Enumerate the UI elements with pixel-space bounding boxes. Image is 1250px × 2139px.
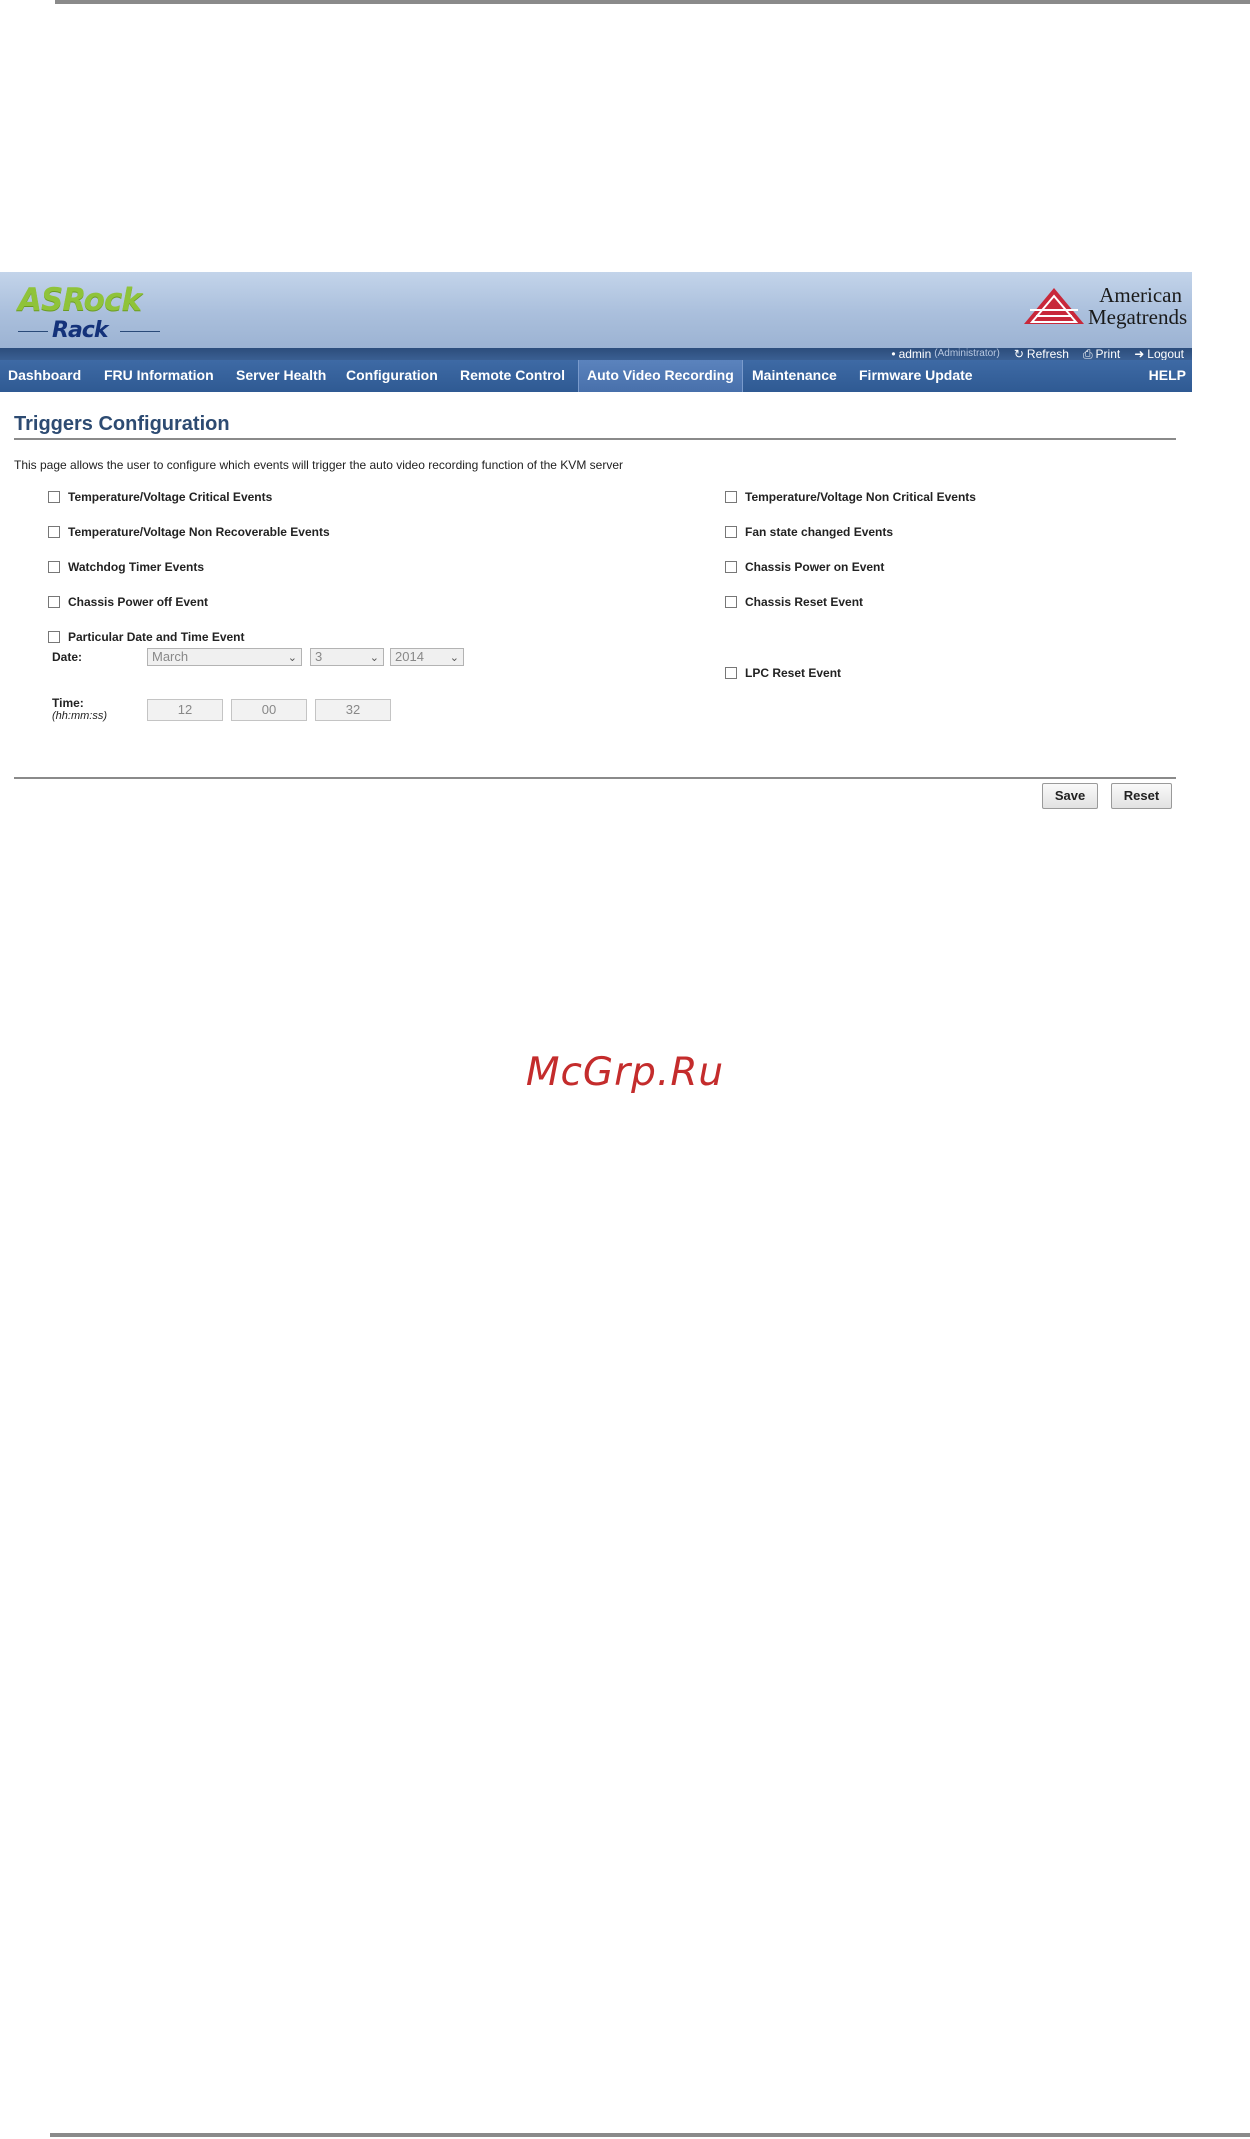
event-chassis-reset[interactable]: Chassis Reset Event bbox=[725, 593, 863, 611]
page-title: Triggers Configuration bbox=[14, 413, 230, 435]
event-temp-voltage-critical[interactable]: Temperature/Voltage Critical Events bbox=[48, 488, 272, 506]
ami-logo: American Megatrends bbox=[1022, 283, 1188, 334]
event-watchdog-timer[interactable]: Watchdog Timer Events bbox=[48, 558, 204, 576]
checkbox[interactable] bbox=[48, 561, 60, 573]
checkbox[interactable] bbox=[48, 526, 60, 538]
month-select[interactable]: March ⌄ bbox=[147, 648, 302, 666]
ami-text-line1: American bbox=[1099, 283, 1182, 307]
refresh-link[interactable]: ↻ Refresh bbox=[1014, 348, 1069, 360]
time-seconds-input[interactable]: 32 bbox=[315, 699, 391, 721]
checkbox[interactable] bbox=[725, 596, 737, 608]
refresh-icon: ↻ bbox=[1013, 347, 1024, 361]
user-status-strip: • admin (Administrator) ↻ Refresh ⎙ Prin… bbox=[0, 348, 1192, 360]
print-link[interactable]: ⎙ Print bbox=[1083, 348, 1120, 360]
title-divider bbox=[14, 438, 1176, 440]
time-minutes-input[interactable]: 00 bbox=[231, 699, 307, 721]
page-bottom-rule bbox=[50, 2133, 1250, 2137]
time-label: Time: bbox=[52, 696, 84, 710]
year-select[interactable]: 2014 ⌄ bbox=[390, 648, 464, 666]
logout-icon: ➜ bbox=[1134, 347, 1145, 361]
nav-auto-video-recording[interactable]: Auto Video Recording bbox=[578, 360, 743, 392]
chevron-down-icon: ⌄ bbox=[449, 652, 459, 664]
asrock-rack-logo: ASRock Rack bbox=[18, 282, 168, 344]
header-banner: ASRock Rack American Megatrends bbox=[0, 272, 1192, 348]
nav-remote-control[interactable]: Remote Control bbox=[452, 360, 573, 392]
checkbox[interactable] bbox=[48, 596, 60, 608]
nav-server-health[interactable]: Server Health bbox=[228, 360, 334, 392]
time-format-hint: (hh:mm:ss) bbox=[52, 710, 107, 722]
page-top-rule bbox=[55, 0, 1250, 4]
bullet-icon: • bbox=[891, 347, 896, 361]
logo-text-top: ASRock bbox=[18, 282, 142, 318]
nav-firmware-update[interactable]: Firmware Update bbox=[851, 360, 981, 392]
reset-button[interactable]: Reset bbox=[1111, 783, 1172, 809]
footer-divider bbox=[14, 777, 1176, 779]
checkbox[interactable] bbox=[725, 561, 737, 573]
nav-fru-information[interactable]: FRU Information bbox=[96, 360, 222, 392]
day-select[interactable]: 3 ⌄ bbox=[310, 648, 384, 666]
nav-maintenance[interactable]: Maintenance bbox=[744, 360, 845, 392]
ami-text-line2: Megatrends bbox=[1088, 305, 1188, 329]
watermark-text: McGrp.Ru bbox=[525, 1050, 725, 1095]
checkbox[interactable] bbox=[725, 526, 737, 538]
nav-help[interactable]: HELP bbox=[1149, 360, 1186, 392]
checkbox[interactable] bbox=[725, 491, 737, 503]
event-temp-voltage-non-critical[interactable]: Temperature/Voltage Non Critical Events bbox=[725, 488, 976, 506]
nav-configuration[interactable]: Configuration bbox=[338, 360, 446, 392]
checkbox[interactable] bbox=[48, 491, 60, 503]
checkbox[interactable] bbox=[48, 631, 60, 643]
time-hours-input[interactable]: 12 bbox=[147, 699, 223, 721]
event-particular-date-time[interactable]: Particular Date and Time Event bbox=[48, 628, 245, 646]
date-label: Date: bbox=[52, 650, 83, 664]
main-content: Triggers Configuration This page allows … bbox=[0, 392, 1192, 820]
event-temp-voltage-non-recoverable[interactable]: Temperature/Voltage Non Recoverable Even… bbox=[48, 523, 330, 541]
chevron-down-icon: ⌄ bbox=[287, 652, 297, 664]
logout-link[interactable]: ➜ Logout bbox=[1134, 348, 1184, 360]
event-fan-state-changed[interactable]: Fan state changed Events bbox=[725, 523, 893, 541]
current-user: • admin (Administrator) bbox=[891, 347, 1000, 361]
save-button[interactable]: Save bbox=[1042, 783, 1098, 809]
ami-triangle-icon bbox=[1024, 288, 1084, 324]
print-icon: ⎙ bbox=[1082, 347, 1093, 361]
nav-dashboard[interactable]: Dashboard bbox=[0, 360, 89, 392]
main-nav-bar: Dashboard FRU Information Server Health … bbox=[0, 360, 1192, 392]
checkbox[interactable] bbox=[725, 667, 737, 679]
bmc-web-screenshot: ASRock Rack American Megatrends • admin … bbox=[0, 272, 1192, 820]
event-lpc-reset[interactable]: LPC Reset Event bbox=[725, 664, 841, 682]
event-chassis-power-on[interactable]: Chassis Power on Event bbox=[725, 558, 884, 576]
event-chassis-power-off[interactable]: Chassis Power off Event bbox=[48, 593, 208, 611]
logo-text-bottom: Rack bbox=[52, 318, 108, 343]
chevron-down-icon: ⌄ bbox=[369, 652, 379, 664]
page-description: This page allows the user to configure w… bbox=[14, 458, 623, 472]
